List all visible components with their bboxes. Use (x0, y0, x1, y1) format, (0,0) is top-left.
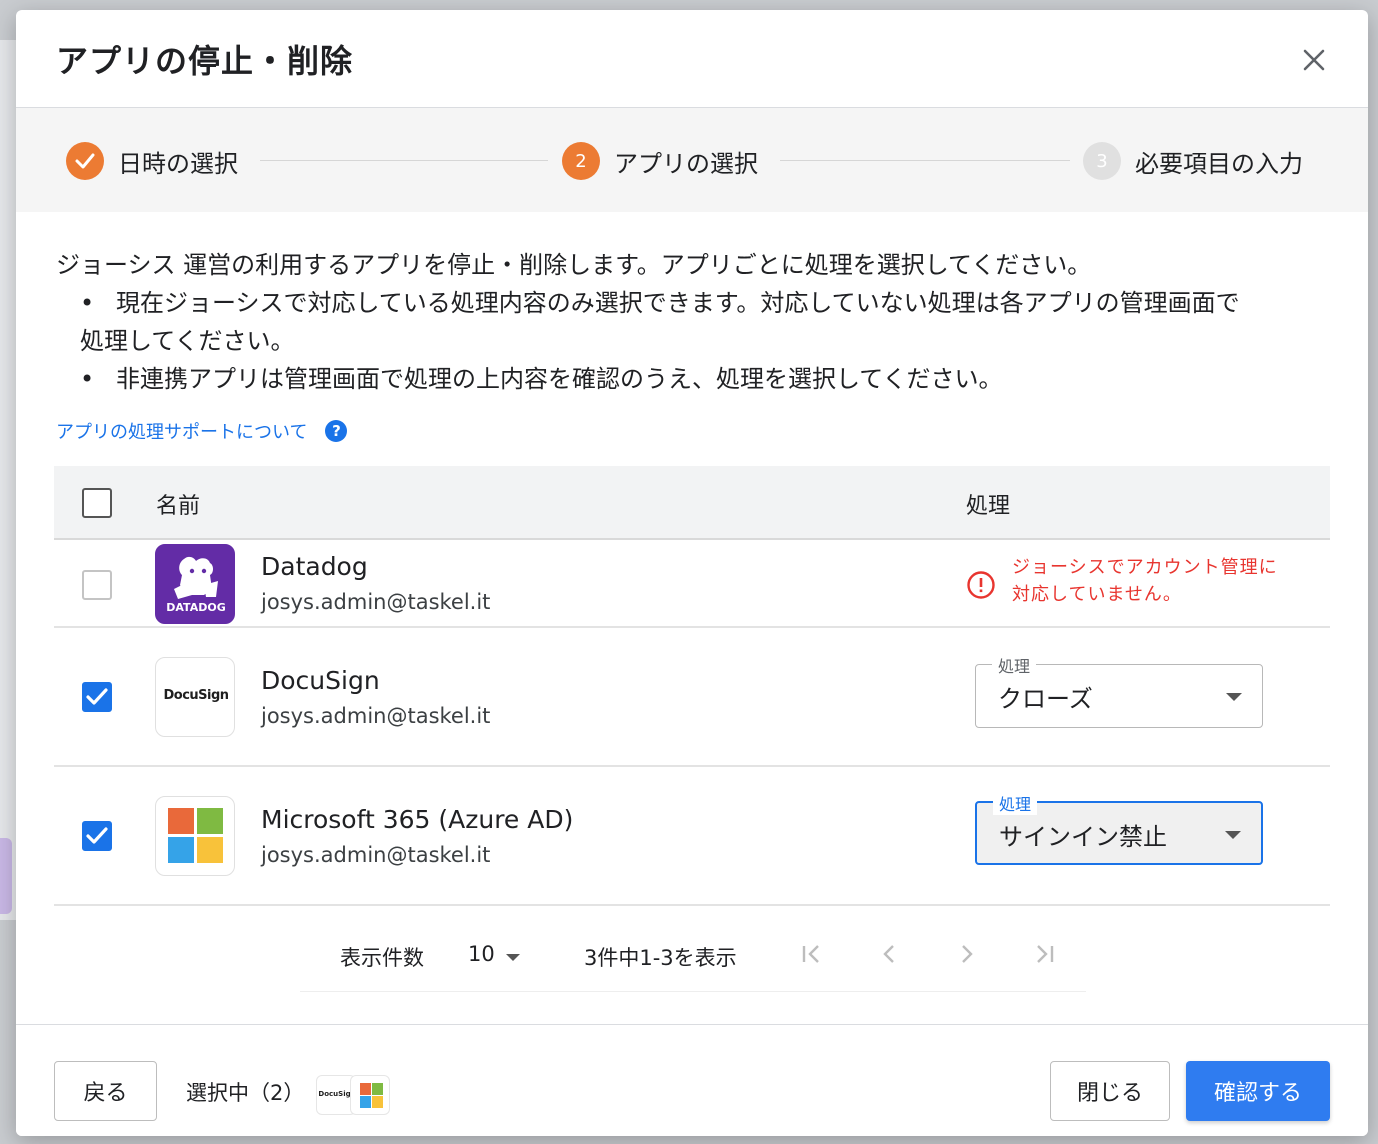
select-value[interactable]: サインイン禁止 (999, 817, 1167, 852)
prev-page-icon[interactable] (876, 940, 904, 968)
table-row: DocuSign DocuSign josys.admin@taskel.it … (54, 628, 1330, 767)
process-select[interactable]: 処理 サインイン禁止 (975, 791, 1263, 865)
step-date-selection: 日時の選択 (66, 142, 238, 180)
check-icon (66, 142, 104, 180)
column-header-name: 名前 (156, 494, 201, 519)
dropdown-arrow-icon[interactable] (1225, 831, 1241, 839)
back-button[interactable]: 戻る (54, 1061, 157, 1121)
help-link-label[interactable]: アプリの処理サポートについて (56, 418, 307, 444)
app-name: DocuSign (261, 666, 380, 695)
table-row: DATADOG Datadog josys.admin@taskel.it ジョ… (54, 540, 1330, 628)
table-row: Microsoft 365 (Azure AD) josys.admin@tas… (54, 767, 1330, 906)
step-connector (260, 160, 548, 161)
column-header-process: 処理 (966, 494, 1011, 519)
description: ジョーシス 運営の利用するアプリを停止・削除します。アプリごとに処理を選択してく… (56, 246, 1336, 398)
datadog-logo-icon: DATADOG (155, 544, 235, 624)
step-number: 3 (1083, 142, 1121, 180)
background-element (0, 838, 12, 914)
app-email: josys.admin@taskel.it (261, 843, 491, 867)
error-circle-icon (966, 570, 996, 600)
dialog-header: アプリの停止・削除 (16, 10, 1368, 108)
step-label: 必要項目の入力 (1135, 149, 1303, 178)
close-icon[interactable] (1300, 46, 1328, 74)
select-all-checkbox[interactable] (82, 488, 112, 518)
docusign-logo-icon: DocuSign (155, 657, 235, 737)
row-checkbox[interactable] (82, 682, 112, 712)
row-checkbox[interactable] (82, 821, 112, 851)
chevron-down-icon[interactable] (506, 954, 520, 961)
step-app-selection: 2 アプリの選択 (562, 142, 758, 180)
row-checkbox (82, 570, 112, 600)
app-table: 名前 処理 DATADOG Datadog josys.admin@taskel… (54, 466, 1330, 906)
rows-per-page-label: 表示件数 (340, 946, 424, 970)
select-value[interactable]: クローズ (998, 679, 1093, 714)
help-circle-icon[interactable]: ? (325, 420, 348, 442)
page-range: 3件中1-3を表示 (584, 946, 737, 970)
pagination: 表示件数 10 3件中1-3を表示 (300, 918, 1086, 992)
step-required-input: 3 必要項目の入力 (1083, 142, 1303, 180)
bullet-item: 非連携アプリは管理画面で処理の上内容を確認のうえ、処理を選択してください。 (80, 360, 1336, 398)
selected-count: 選択中（2） (186, 1081, 305, 1105)
step-label: 日時の選択 (118, 149, 238, 178)
help-link[interactable]: アプリの処理サポートについて ? (56, 418, 348, 444)
select-label: 処理 (992, 653, 1037, 677)
app-email: josys.admin@taskel.it (261, 704, 491, 728)
app-name: Datadog (261, 552, 368, 581)
rows-per-page-select[interactable]: 10 (468, 942, 495, 966)
step-label: アプリの選択 (614, 149, 758, 178)
warning-text: ジョーシスでアカウント管理に 対応していません。 (1012, 557, 1278, 605)
step-connector (780, 160, 1070, 161)
dialog-title: アプリの停止・削除 (56, 42, 354, 80)
last-page-icon[interactable] (1030, 940, 1058, 968)
app-email: josys.admin@taskel.it (261, 590, 491, 614)
dropdown-arrow-icon[interactable] (1226, 693, 1242, 701)
app-stop-delete-dialog: アプリの停止・削除 日時の選択 2 アプリの選択 3 必要項目の入力 ジョーシス… (16, 10, 1368, 1136)
background-page (0, 40, 16, 920)
unsupported-warning: ジョーシスでアカウント管理に 対応していません。 (966, 554, 1278, 608)
confirm-button[interactable]: 確認する (1186, 1061, 1330, 1121)
first-page-icon[interactable] (798, 940, 826, 968)
table-header: 名前 処理 (54, 466, 1330, 540)
microsoft-logo-icon (155, 796, 235, 876)
description-intro: ジョーシス 運営の利用するアプリを停止・削除します。アプリごとに処理を選択してく… (56, 251, 1092, 279)
description-bullets: 現在ジョーシスで対応している処理内容のみ選択できます。対応していない処理は各アプ… (80, 284, 1336, 398)
close-button[interactable]: 閉じる (1050, 1061, 1170, 1121)
microsoft-logo-icon (350, 1075, 390, 1115)
stepper: 日時の選択 2 アプリの選択 3 必要項目の入力 (16, 108, 1368, 212)
app-name: Microsoft 365 (Azure AD) (261, 805, 574, 834)
selected-app-logos: DocuSign (316, 1075, 390, 1115)
step-number: 2 (562, 142, 600, 180)
dialog-footer: 戻る 選択中（2） DocuSign 閉じる 確認する (16, 1024, 1368, 1136)
process-select[interactable]: 処理 クローズ (975, 653, 1263, 728)
bullet-item: 現在ジョーシスで対応している処理内容のみ選択できます。対応していない処理は各アプ… (80, 284, 1336, 360)
next-page-icon[interactable] (952, 940, 980, 968)
select-label: 処理 (993, 791, 1038, 815)
